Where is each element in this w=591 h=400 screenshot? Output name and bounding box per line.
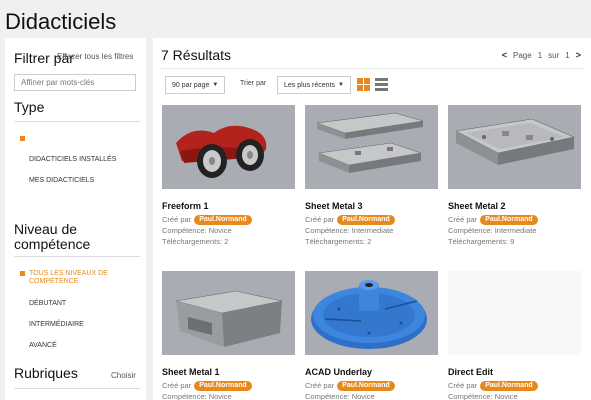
created-by-row: Créé par Paul.Normand [162, 380, 295, 391]
downloads-row: Téléchargements: 2 [162, 237, 229, 246]
downloads-row: Téléchargements: 2 [305, 237, 372, 246]
caret-down-icon: ▼ [212, 82, 219, 88]
author-badge[interactable]: Paul.Normand [194, 214, 252, 225]
pagination: < Page 1 sur 1 > [502, 50, 581, 60]
sort-select[interactable]: Les plus récents ▼ [277, 76, 351, 94]
topics-heading: Rubriques [14, 365, 78, 381]
tutorial-card[interactable]: Freeform 1 Créé par Paul.Normand Compéte… [162, 105, 295, 247]
type-heading: Type [14, 99, 45, 115]
per-page-value: 90 par page [172, 81, 210, 89]
tutorial-thumbnail[interactable] [162, 105, 295, 189]
downloads-value: 2 [367, 237, 372, 246]
tutorial-title[interactable]: ACAD Underlay [305, 367, 438, 377]
author-badge[interactable]: Paul.Normand [337, 380, 395, 391]
tutorial-thumbnail[interactable] [305, 271, 438, 355]
current-page: 1 [537, 50, 543, 60]
page-title: Didacticiels [5, 9, 117, 34]
tutorial-thumbnail[interactable] [448, 105, 581, 189]
keyword-search-input[interactable] [14, 74, 136, 91]
competence-row: Compétence: Intermediate [448, 226, 537, 235]
filter-sidebar: Filtrer par Effacer tous les filtres Typ… [5, 38, 146, 400]
tutorial-card[interactable]: Sheet Metal 3 Créé par Paul.Normand Comp… [305, 105, 438, 247]
downloads-value: 2 [224, 237, 229, 246]
competence-row: Compétence: Novice [162, 226, 232, 235]
per-page-select[interactable]: 90 par page ▼ [165, 76, 226, 94]
created-by-row: Créé par Paul.Normand [305, 214, 438, 225]
competence-row: Compétence: Novice [162, 392, 232, 400]
tutorial-card[interactable]: Direct Edit Créé par Paul.Normand Compét… [448, 271, 581, 400]
list-view-icon[interactable] [375, 78, 388, 91]
tutorial-thumbnail[interactable] [305, 105, 438, 189]
author-badge[interactable]: Paul.Normand [194, 380, 252, 391]
tutorial-title[interactable]: Direct Edit [448, 367, 581, 377]
all-types-bullet[interactable] [20, 136, 25, 141]
level-heading: Niveau de compétence [14, 221, 91, 252]
downloads-value: 9 [510, 237, 515, 246]
created-by-label: Créé par [162, 215, 192, 224]
created-by-label: Créé par [305, 381, 335, 390]
page-label: Page [513, 50, 532, 60]
competence-value: Intermediate [351, 226, 394, 235]
tutorial-card[interactable]: ACAD Underlay Créé par Paul.Normand Comp… [305, 271, 438, 400]
results-count: 7 Résultats [161, 47, 232, 63]
next-page-button[interactable]: > [576, 50, 581, 60]
competence-row: Compétence: Novice [305, 392, 375, 400]
sort-value: Les plus récents [284, 81, 335, 89]
author-badge[interactable]: Paul.Normand [337, 214, 395, 225]
clear-filters-link[interactable]: Effacer tous les filtres [57, 52, 133, 61]
level-item-advanced[interactable]: AVANCÉ [29, 342, 57, 350]
tutorial-card[interactable]: Sheet Metal 1 Créé par Paul.Normand Comp… [162, 271, 295, 400]
prev-page-button[interactable]: < [502, 50, 507, 60]
created-by-label: Créé par [305, 215, 335, 224]
total-pages: 1 [565, 50, 570, 60]
competence-value: Intermediate [494, 226, 537, 235]
grid-view-icon[interactable] [357, 78, 370, 91]
created-by-label: Créé par [448, 381, 478, 390]
level-item-all[interactable]: TOUS LES NIVEAUX DE COMPÉTENCE [19, 270, 131, 286]
page-of-label: sur [548, 50, 560, 60]
tutorial-thumbnail[interactable] [162, 271, 295, 355]
tutorial-title[interactable]: Sheet Metal 1 [162, 367, 295, 377]
divider [14, 121, 140, 122]
level-item-intermediate[interactable]: INTERMÉDIAIRE [29, 321, 84, 329]
divider [161, 68, 583, 69]
competence-value: Novice [494, 392, 518, 400]
author-badge[interactable]: Paul.Normand [480, 214, 538, 225]
competence-value: Novice [208, 226, 232, 235]
divider [14, 256, 140, 257]
created-by-row: Créé par Paul.Normand [448, 214, 581, 225]
tutorial-title[interactable]: Sheet Metal 3 [305, 201, 438, 211]
level-item-beginner[interactable]: DÉBUTANT [29, 300, 66, 308]
created-by-label: Créé par [448, 215, 478, 224]
author-badge[interactable]: Paul.Normand [480, 380, 538, 391]
competence-row: Compétence: Novice [448, 392, 518, 400]
results-panel: 7 Résultats < Page 1 sur 1 > 90 par page… [153, 38, 591, 400]
competence-value: Novice [208, 392, 232, 400]
type-item-mine[interactable]: MES DIDACTICIELS [29, 177, 94, 185]
created-by-label: Créé par [162, 381, 192, 390]
created-by-row: Créé par Paul.Normand [162, 214, 295, 225]
created-by-row: Créé par Paul.Normand [305, 380, 438, 391]
tutorial-card[interactable]: Sheet Metal 2 Créé par Paul.Normand Comp… [448, 105, 581, 247]
tutorial-thumbnail[interactable] [448, 271, 581, 355]
competence-value: Novice [351, 392, 375, 400]
downloads-row: Téléchargements: 9 [448, 237, 515, 246]
topics-choose-link[interactable]: Choisir [111, 371, 136, 380]
sort-label: Trier par [240, 80, 267, 87]
tutorial-title[interactable]: Sheet Metal 2 [448, 201, 581, 211]
caret-down-icon: ▼ [337, 82, 344, 88]
divider [14, 388, 140, 389]
tutorial-title[interactable]: Freeform 1 [162, 201, 295, 211]
competence-row: Compétence: Intermediate [305, 226, 394, 235]
created-by-row: Créé par Paul.Normand [448, 380, 581, 391]
type-item-installed[interactable]: DIDACTICIELS INSTALLÉS [29, 156, 116, 164]
